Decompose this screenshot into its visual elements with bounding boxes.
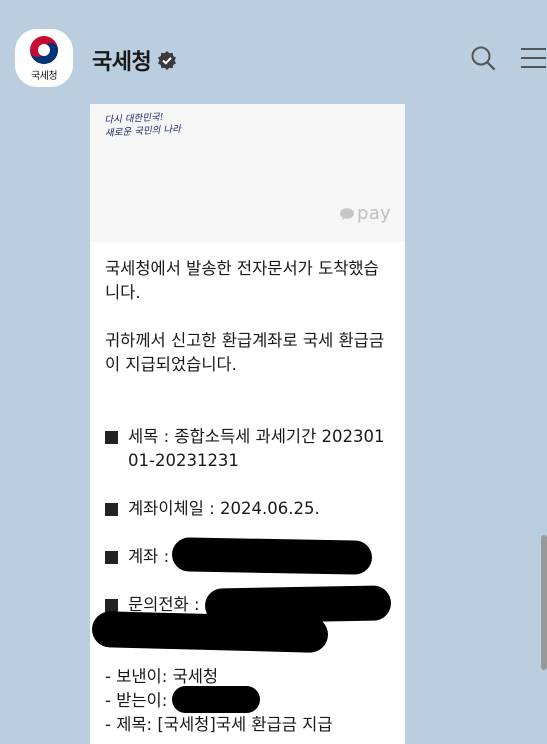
notice-text: 귀하께서 신고한 환급계좌로 국세 환급금이 지급되었습니다.: [105, 331, 385, 374]
hamburger-menu-icon[interactable]: [518, 44, 546, 72]
redaction-mark: [172, 686, 260, 713]
subject-line: - 제목: [국세청]국세 환급금 지급: [105, 715, 333, 734]
channel-name[interactable]: 국세청: [92, 44, 152, 76]
transfer-date-label: 계좌이체일 :: [128, 499, 215, 518]
redaction-mark: [171, 537, 373, 575]
redaction-mark: [91, 610, 329, 654]
pay-badge: pay: [339, 203, 391, 224]
bullet-square-icon: [105, 551, 118, 564]
scrollbar[interactable]: [541, 535, 547, 670]
taegeuk-logo-icon: [30, 35, 58, 64]
slogan: 다시 대한민국! 새로운 국민의 나라: [104, 110, 181, 140]
tax-item-row: 세목 : 종합소득세 과세기간 20230101-20231231: [105, 425, 390, 473]
message-banner: 다시 대한민국! 새로운 국민의 나라 pay: [90, 104, 405, 242]
tax-item-label: 세목 :: [128, 427, 170, 446]
bullet-square-icon: [105, 431, 118, 444]
bullet-square-icon: [105, 599, 118, 612]
channel-profile-image[interactable]: 국세청: [15, 29, 73, 87]
account-label: 계좌 :: [128, 547, 170, 566]
pay-label: pay: [356, 203, 391, 224]
transfer-date-row: 계좌이체일 : 2024.06.25.: [105, 497, 390, 521]
logo-label: 국세청: [30, 70, 58, 82]
verified-badge-icon: [158, 51, 177, 70]
speech-bubble-icon: [339, 207, 354, 220]
channel-title: 국세청: [92, 44, 177, 76]
bullet-square-icon: [105, 503, 118, 516]
message-body: 국세청에서 발송한 전자문서가 도착했습니다. 귀하께서 신고한 환급계좌로 국…: [90, 242, 405, 737]
search-icon[interactable]: [469, 44, 497, 72]
slogan-line2: 새로운 국민의 나라: [104, 124, 182, 139]
intro-text: 국세청에서 발송한 전자문서가 도착했습니다.: [105, 259, 379, 302]
transfer-date-value: 2024.06.25.: [219, 499, 320, 518]
chat-header: 국세청 국세청: [0, 0, 547, 104]
